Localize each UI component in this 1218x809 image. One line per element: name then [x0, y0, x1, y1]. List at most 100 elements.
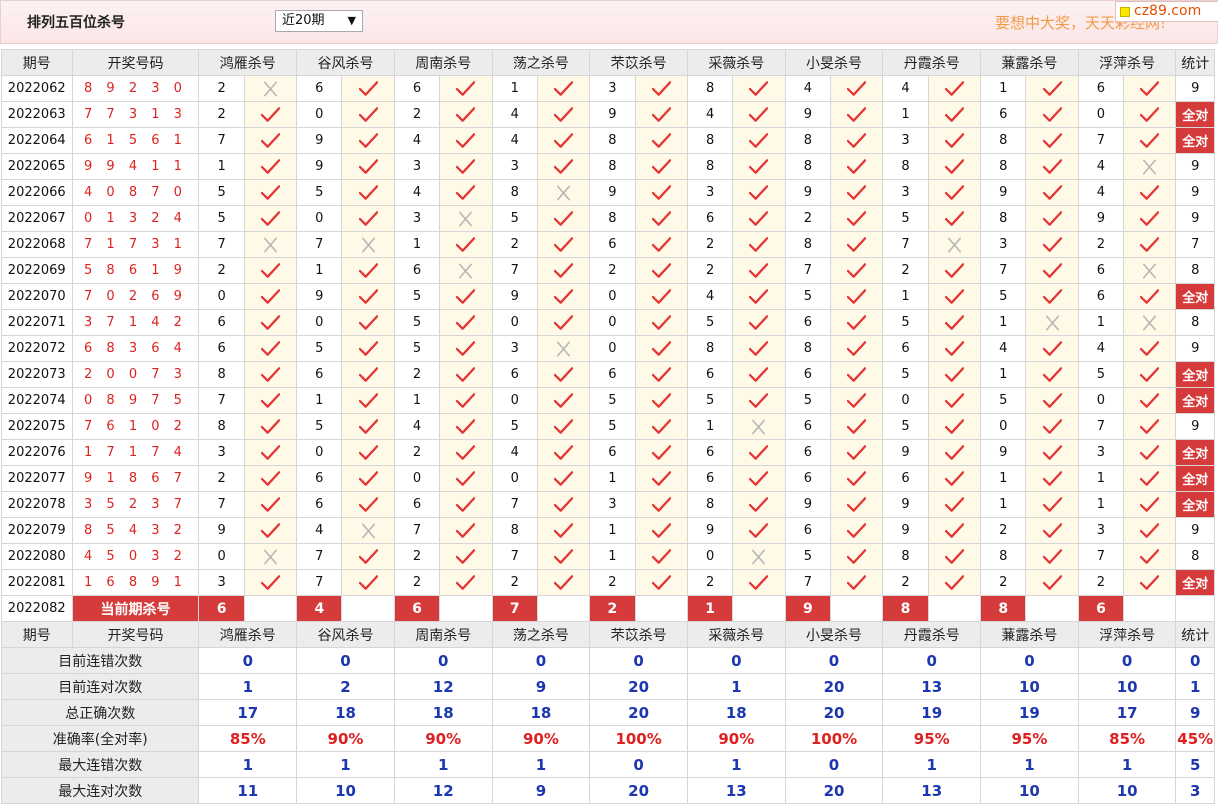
kill-number-cell: 9: [198, 517, 245, 544]
empty-cell: [927, 595, 982, 622]
stats-value: 13: [882, 673, 982, 700]
check-icon: [358, 314, 378, 330]
check-icon: [260, 496, 280, 512]
result-mark-cell: [732, 491, 786, 518]
result-mark-cell: [927, 75, 982, 102]
result-mark-cell: [927, 543, 982, 570]
check-icon: [651, 418, 671, 434]
kill-number-cell: 3: [1077, 439, 1125, 466]
kill-number-cell: 8: [491, 517, 538, 544]
kill-number-cell: 9: [589, 101, 636, 128]
kill-number-cell: 6: [980, 101, 1027, 128]
result-mark-cell: [341, 517, 395, 544]
kill-number-cell: 5: [296, 413, 343, 440]
result-mark-cell: [243, 75, 298, 102]
stat-cell: 全对: [1175, 387, 1215, 414]
site-logo[interactable]: cz89.com: [1115, 1, 1218, 22]
check-icon: [1042, 106, 1062, 122]
cross-icon: [1045, 315, 1059, 330]
kill-number-cell: 5: [491, 413, 538, 440]
check-icon: [847, 288, 867, 304]
result-mark-cell: [634, 413, 688, 440]
stats-value: 1: [491, 751, 591, 778]
stats-value: 2: [296, 673, 395, 700]
check-icon: [358, 470, 378, 486]
kill-number-cell: 2: [686, 569, 734, 596]
result-mark-cell: [1123, 517, 1177, 544]
result-mark-cell: [1025, 75, 1079, 102]
cross-icon: [557, 185, 571, 200]
result-mark-cell: [829, 127, 884, 154]
kill-number-cell: 5: [296, 335, 343, 362]
check-icon: [1140, 236, 1160, 252]
result-mark-cell: [439, 283, 493, 310]
kill-number-cell: 9: [296, 153, 343, 180]
kill-number-cell: 9: [491, 283, 538, 310]
result-mark-cell: [243, 517, 298, 544]
kill-number-cell: 7: [296, 543, 343, 570]
stat-cell: 9: [1175, 517, 1215, 544]
result-mark-cell: [829, 569, 884, 596]
result-mark-cell: [341, 309, 395, 336]
kill-number-cell: 2: [589, 257, 636, 284]
check-icon: [554, 158, 574, 174]
cross-icon: [752, 419, 766, 434]
result-mark-cell: [1123, 205, 1177, 232]
kill-number-cell: 9: [882, 491, 929, 518]
check-icon: [847, 340, 867, 356]
result-mark-cell: [439, 439, 493, 466]
kill-number-cell: 6: [784, 413, 832, 440]
stats-row: 最大连错次数 1 1 1 1 0 1 0 1 1 1 5: [0, 751, 1215, 778]
table-row: 2022068 7 1 7 3 177126287327: [1, 231, 1215, 258]
check-icon: [456, 314, 476, 330]
stats-value: 0: [198, 647, 298, 674]
check-icon: [1042, 158, 1062, 174]
stats-value: 1: [980, 751, 1079, 778]
kill-number-cell: 7: [198, 231, 245, 258]
kill-number-cell: 6: [686, 439, 734, 466]
check-icon: [1042, 80, 1062, 96]
stats-value: 0: [296, 647, 395, 674]
check-icon: [456, 418, 476, 434]
table-row: 2022067 0 1 3 2 450358625899: [1, 205, 1215, 232]
kill-number-cell: 8: [589, 205, 636, 232]
check-icon: [651, 314, 671, 330]
kill-number-cell: 8: [784, 335, 832, 362]
draw-number-cell: 9 9 4 1 1: [71, 153, 200, 180]
result-mark-cell: [341, 75, 395, 102]
kill-number-cell: 8: [980, 205, 1027, 232]
result-mark-cell: [536, 517, 591, 544]
period-cell: 2022070: [1, 283, 73, 310]
table-row: 2022071 3 7 1 4 260500565118: [1, 309, 1215, 336]
check-icon: [456, 340, 476, 356]
stat-cell: 9: [1175, 413, 1215, 440]
col-header-expert: 周南杀号: [393, 621, 493, 648]
kill-number-cell: 8: [980, 127, 1027, 154]
kill-number-cell: 2: [589, 569, 636, 596]
period-range-select[interactable]: 近20期 ▼: [275, 10, 363, 32]
check-icon: [651, 444, 671, 460]
result-mark-cell: [243, 283, 298, 310]
result-mark-cell: [439, 543, 493, 570]
result-mark-cell: [439, 153, 493, 180]
draw-number-cell: 3 7 1 4 2: [71, 309, 200, 336]
stats-value: 1: [198, 751, 298, 778]
header-row: 期号 开奖号码 鸿雁杀号 谷风杀号 周南杀号 荡之杀号 芣苡杀号 采薇杀号 小旻杀号 丹霞杀号 蒹露…: [1, 621, 1215, 648]
check-icon: [1140, 496, 1160, 512]
kill-number-cell: 6: [393, 491, 441, 518]
check-icon: [1140, 418, 1160, 434]
result-mark-cell: [927, 101, 982, 128]
col-header-period: 期号: [1, 621, 73, 648]
col-header-stat: 统计: [1175, 621, 1215, 648]
kill-number-cell: 4: [491, 127, 538, 154]
kill-number-cell: 3: [589, 491, 636, 518]
check-icon: [260, 392, 280, 408]
kill-number-cell: 3: [686, 179, 734, 206]
table-row: 2022080 4 5 0 3 207271058878: [1, 543, 1215, 570]
kill-number-cell: 7: [980, 257, 1027, 284]
kill-number-cell: 6: [686, 361, 734, 388]
result-mark-cell: [927, 569, 982, 596]
stats-total: 3: [1175, 777, 1215, 804]
kill-number-cell: 6: [1077, 283, 1125, 310]
result-mark-cell: [829, 543, 884, 570]
